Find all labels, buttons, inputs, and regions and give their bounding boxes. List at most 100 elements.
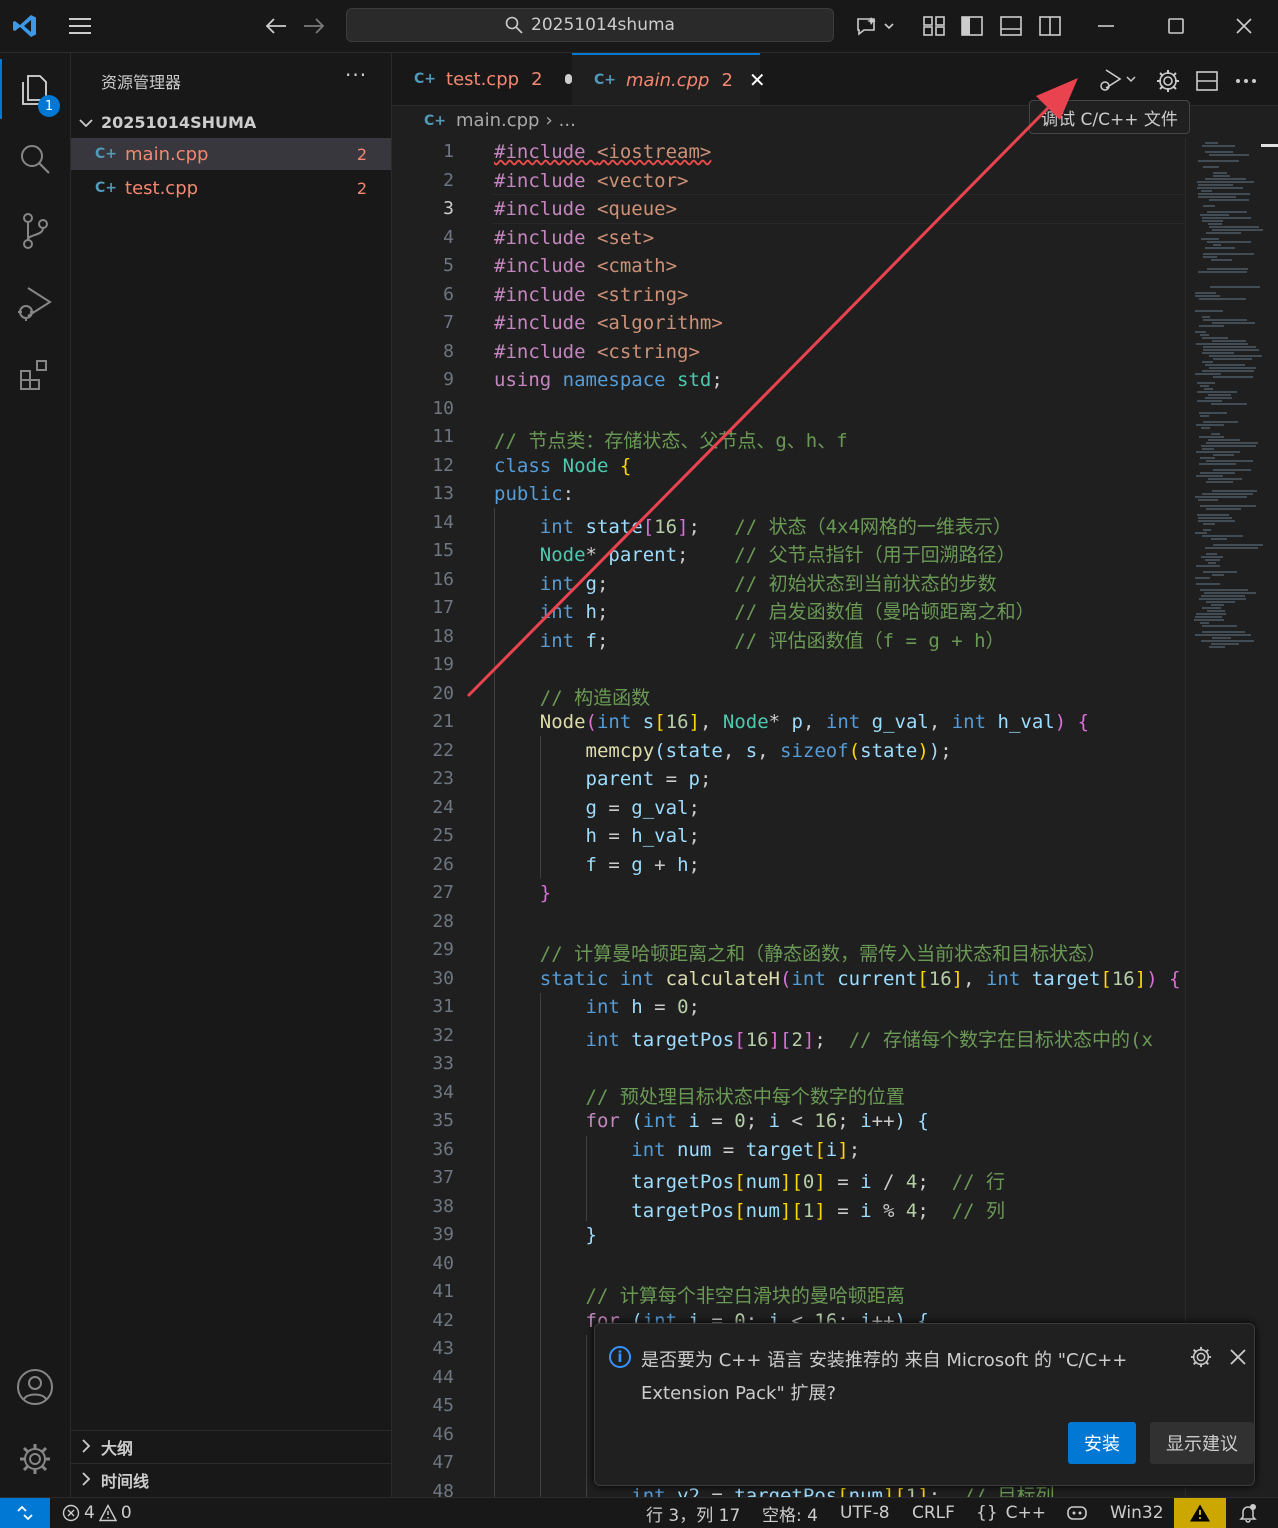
manage-gear-icon[interactable] [0, 1429, 70, 1489]
minimap-line [1202, 535, 1243, 537]
minimap-line [1195, 295, 1220, 297]
code-line: int g; // 初始状态到当前状态的步数 [494, 572, 997, 595]
title-bar: 20251014shuma [0, 0, 1278, 53]
toggle-secondary-sidebar-icon[interactable] [1036, 12, 1064, 40]
menu-icon[interactable] [66, 12, 94, 40]
minimap-line [1198, 196, 1236, 198]
minimap[interactable] [1185, 138, 1278, 1497]
warning-status-icon[interactable] [1174, 1498, 1226, 1528]
search-icon [505, 16, 523, 34]
minimap-line [1202, 337, 1228, 339]
workspace-folder[interactable]: 20251014SHUMA [71, 109, 391, 135]
minimap-line [1213, 172, 1227, 174]
run-debug-icon[interactable] [0, 273, 70, 333]
minimap-line [1213, 544, 1263, 546]
minimap-line [1202, 316, 1210, 318]
minimap-line [1200, 334, 1209, 336]
minimize-icon[interactable] [1092, 12, 1120, 40]
minimap-line [1199, 436, 1224, 438]
back-icon[interactable] [262, 12, 290, 40]
line-number: 6 [443, 283, 454, 305]
minimap-line [1213, 175, 1230, 177]
minimap-line [1199, 412, 1227, 414]
line-number: 18 [432, 625, 454, 647]
notifications-bell-icon[interactable] [1238, 1498, 1258, 1528]
forward-icon[interactable] [300, 12, 328, 40]
cpp-file-icon: C+ [95, 180, 118, 196]
source-control-icon[interactable] [0, 201, 70, 261]
line-number: 46 [432, 1423, 454, 1445]
outline-section[interactable]: 大纲 [71, 1430, 391, 1463]
more-actions-icon[interactable] [1232, 67, 1260, 95]
toggle-panel-icon[interactable] [997, 12, 1025, 40]
notification-settings-gear-icon[interactable] [1190, 1346, 1212, 1372]
minimap-line [1199, 463, 1236, 465]
minimap-line [1207, 268, 1248, 270]
minimap-line [1206, 232, 1241, 234]
chevron-down-icon [71, 113, 101, 132]
code-line: // 计算曼哈顿距离之和（静态函数，需传入当前状态和目标状态） [494, 943, 1107, 965]
explorer-more-actions-icon[interactable]: ··· [345, 63, 367, 87]
section-label: 时间线 [101, 1472, 150, 1491]
platform-config[interactable]: Win32 [1110, 1498, 1164, 1528]
close-window-icon[interactable] [1230, 12, 1258, 40]
line-number: 42 [432, 1309, 454, 1331]
copilot-status-icon[interactable] [1066, 1498, 1088, 1528]
encoding[interactable]: UTF-8 [840, 1498, 890, 1528]
code-line: int h = 0; [494, 996, 700, 1018]
minimap-line [1202, 352, 1234, 354]
line-number: 19 [432, 654, 454, 675]
command-center-search[interactable]: 20251014shuma [346, 8, 834, 42]
minimap-slider[interactable] [1261, 144, 1278, 147]
line-number: 48 [432, 1480, 454, 1498]
code-line: for (int i = 0; i < 16; i++) { [494, 1110, 929, 1132]
close-notification-icon[interactable] [1229, 1348, 1247, 1370]
problems-indicator[interactable]: 4 0 [62, 1498, 132, 1528]
show-recommendations-button[interactable]: 显示建议 [1150, 1422, 1254, 1464]
minimap-line [1198, 184, 1233, 186]
timeline-section[interactable]: 时间线 [71, 1463, 391, 1496]
file-item-test-cpp[interactable]: C+ test.cpp 2 [71, 172, 391, 204]
toggle-primary-sidebar-icon[interactable] [958, 12, 986, 40]
minimap-line [1207, 211, 1247, 213]
line-number: 1 [443, 141, 454, 162]
run-debug-button[interactable] [1095, 67, 1141, 95]
minimap-line [1201, 640, 1254, 642]
search-view-icon[interactable] [0, 129, 70, 189]
accounts-icon[interactable] [0, 1357, 70, 1417]
explorer-icon[interactable]: 1 [0, 59, 70, 119]
code-editor[interactable]: 1 2 3 4 5 6 7 8 9 10 11 12 13 14 15 16 17 18 19 20 21 22 23 24 2… [392, 138, 1184, 1497]
warning-icon [98, 1504, 117, 1522]
split-editor-icon[interactable] [1193, 67, 1221, 95]
minimap-line [1205, 547, 1258, 549]
tab-main-cpp[interactable]: C+ main.cpp 2 ✕ [572, 53, 766, 105]
language-mode[interactable]: {} C++ [976, 1498, 1046, 1528]
copilot-icon[interactable] [853, 12, 897, 40]
tab-test-cpp[interactable]: C+ test.cpp 2 [392, 53, 572, 105]
minimap-line [1202, 607, 1221, 609]
breadcrumb-symbol[interactable]: ... [559, 110, 576, 131]
minimap-line [1205, 178, 1246, 180]
settings-gear-icon[interactable] [1154, 67, 1182, 95]
indentation[interactable]: 空格: 4 [762, 1498, 818, 1528]
minimap-line [1211, 433, 1220, 435]
maximize-icon[interactable] [1162, 12, 1190, 40]
minimap-line [1203, 421, 1238, 423]
extensions-icon[interactable] [0, 345, 70, 405]
breadcrumb-file[interactable]: main.cpp [456, 110, 539, 131]
install-button[interactable]: 安装 [1068, 1422, 1136, 1464]
close-tab-icon[interactable]: ✕ [749, 68, 766, 92]
cursor-position[interactable]: 行 3，列 17 [646, 1498, 740, 1528]
customize-layout-icon[interactable] [920, 12, 948, 40]
minimap-line [1196, 583, 1220, 585]
minimap-line [1198, 499, 1218, 501]
minimap-line [1212, 574, 1224, 576]
editor-tabs: C+ test.cpp 2 C+ main.cpp 2 ✕ [392, 53, 1278, 106]
code-line: #include <string> [494, 283, 689, 306]
end-of-line[interactable]: CRLF [912, 1498, 955, 1528]
remote-indicator-icon[interactable] [0, 1498, 50, 1528]
minimap-line [1202, 145, 1235, 147]
file-item-main-cpp[interactable]: C+ main.cpp 2 [71, 138, 391, 170]
line-number: 21 [432, 711, 454, 732]
tab-problem-count: 2 [531, 68, 543, 90]
